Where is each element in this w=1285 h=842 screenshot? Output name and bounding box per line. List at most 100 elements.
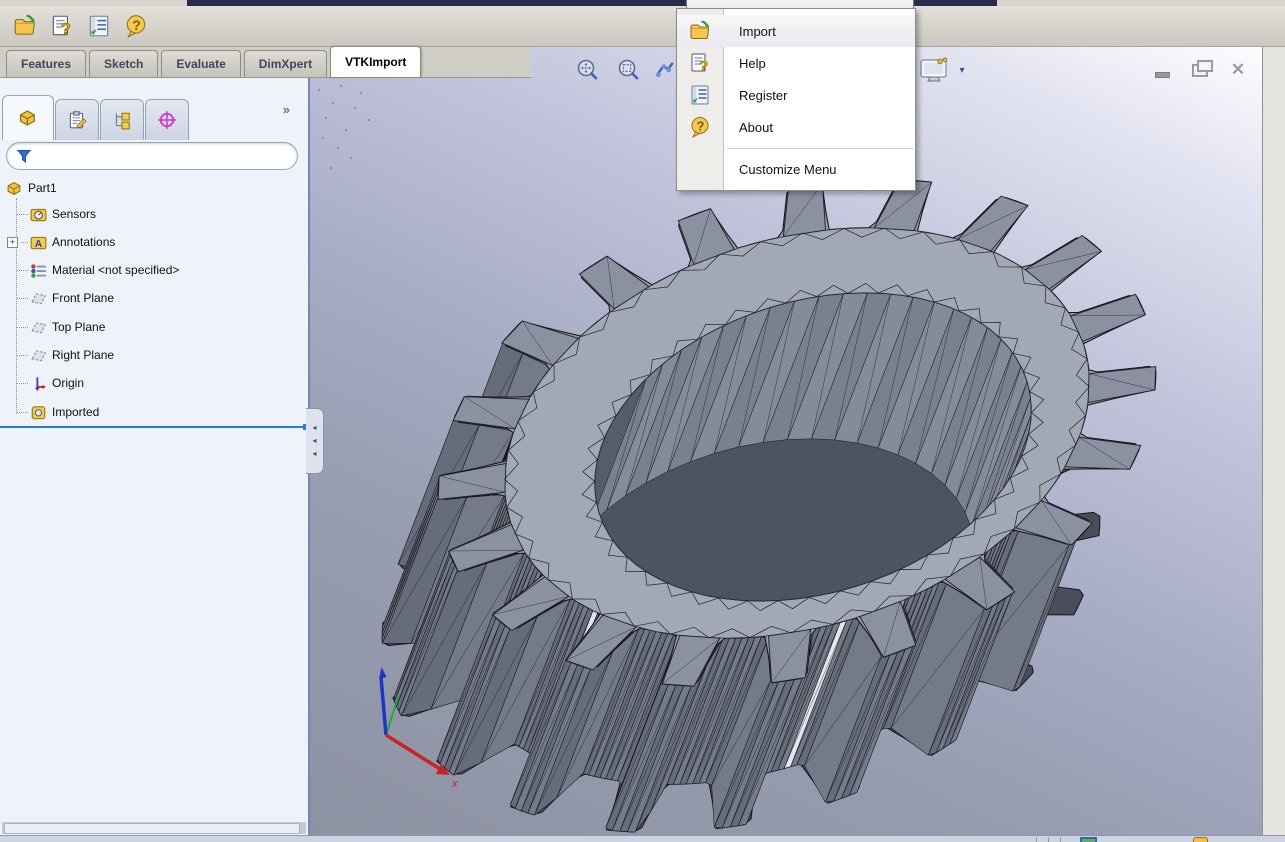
configurationmanager-icon — [115, 112, 130, 130]
status-display-icon[interactable] — [1080, 837, 1097, 842]
menu-separator — [727, 148, 913, 149]
plane-icon — [30, 347, 47, 364]
tree-filter-box[interactable] — [6, 142, 298, 170]
menu-item-label: Import — [739, 23, 776, 39]
menu-item-label: About — [739, 119, 773, 135]
propertymanager-icon — [69, 111, 87, 129]
menu-item-label: Help — [739, 55, 766, 71]
svg-text:?: ? — [699, 58, 708, 75]
tree-item-origin[interactable]: Origin — [30, 371, 84, 395]
rollback-bar[interactable] — [0, 424, 308, 430]
material-icon — [30, 262, 47, 279]
status-bar — [0, 835, 1285, 842]
status-tick — [1060, 838, 1061, 842]
collapse-arrow-icon: ◂ — [312, 436, 317, 445]
about-icon: ? — [677, 115, 723, 139]
annotations-icon: A — [30, 234, 47, 251]
sensors-icon — [30, 206, 47, 223]
panel-collapse-splitter[interactable]: ◂ ◂ ◂ — [306, 408, 324, 474]
status-tag-icon[interactable] — [1193, 837, 1208, 842]
tab-featuremanager[interactable] — [2, 95, 54, 140]
view-orientation-button[interactable] — [652, 53, 676, 87]
tree-item-label: Top Plane — [52, 320, 106, 334]
tree-item-front-plane[interactable]: Front Plane — [30, 286, 114, 310]
part-icon — [6, 180, 23, 197]
help-button[interactable]: ? — [47, 11, 77, 41]
tree-item-part[interactable]: Part1 — [6, 176, 57, 200]
tab-configurationmanager[interactable] — [100, 99, 144, 140]
tree-item-label: Part1 — [28, 181, 57, 195]
scrollbar-thumb[interactable] — [4, 823, 300, 834]
menu-item-about[interactable]: ? About — [677, 111, 915, 143]
command-manager-tabs: Features Sketch Evaluate DimXpert VTKImp… — [0, 46, 531, 78]
expand-toggle[interactable]: + — [7, 237, 18, 248]
zoom-to-area-button[interactable] — [613, 55, 645, 87]
tab-dimxpert[interactable]: DimXpert — [243, 50, 328, 77]
minimize-icon — [1154, 72, 1170, 78]
tree-item-label: Material <not specified> — [52, 263, 180, 277]
display-settings-button[interactable] — [916, 54, 954, 86]
svg-text:?: ? — [697, 119, 705, 134]
import-button[interactable] — [10, 11, 40, 41]
close-button[interactable]: ✕ — [1224, 58, 1252, 82]
tree-item-imported[interactable]: Imported — [30, 400, 99, 424]
svg-text:A: A — [35, 239, 43, 250]
about-button[interactable]: ? — [121, 11, 151, 41]
tree-item-top-plane[interactable]: Top Plane — [30, 315, 105, 339]
zoom-to-fit-icon — [577, 59, 598, 80]
svg-text:?: ? — [132, 17, 141, 33]
minimize-button[interactable] — [1148, 58, 1176, 82]
tree-item-label: Annotations — [52, 235, 116, 249]
tree-filter-input[interactable] — [37, 148, 297, 164]
filter-icon — [17, 150, 31, 163]
collapse-arrow-icon: ◂ — [312, 449, 317, 458]
manager-overflow-chevron[interactable]: » — [283, 102, 290, 117]
featuremanager-icon — [19, 110, 35, 126]
plane-icon — [30, 290, 47, 307]
collapse-arrow-icon: ◂ — [312, 423, 317, 432]
help-icon: ? — [52, 15, 71, 39]
close-icon: ✕ — [1230, 60, 1246, 79]
tab-vtkimport[interactable]: VTKImport — [330, 46, 422, 77]
app-window: x ▾ ✕ ? ? Features Sketch Evaluate DimXp… — [0, 0, 1285, 842]
tree-item-label: Imported — [52, 405, 100, 419]
tree-item-label: Origin — [52, 376, 85, 390]
display-dropdown-caret[interactable]: ▾ — [955, 63, 969, 79]
view-orientation-icon — [655, 62, 674, 78]
menu-item-register[interactable]: Register — [677, 79, 915, 111]
imported-icon — [30, 404, 47, 421]
menu-item-import[interactable]: Import — [677, 15, 915, 47]
manager-tab-strip — [2, 94, 190, 140]
zoom-to-fit-button[interactable] — [572, 55, 604, 87]
tree-item-material[interactable]: Material <not specified> — [30, 258, 179, 282]
tab-dimxpertmanager[interactable] — [145, 99, 189, 140]
tree-item-right-plane[interactable]: Right Plane — [30, 343, 114, 367]
tab-features[interactable]: Features — [6, 50, 87, 77]
task-pane-strip[interactable] — [1262, 47, 1285, 835]
menu-anchor-stub — [686, 0, 914, 8]
restore-button[interactable] — [1186, 58, 1214, 82]
chevron-down-icon: ▾ — [959, 65, 965, 76]
tab-evaluate[interactable]: Evaluate — [161, 50, 241, 77]
about-icon: ? — [126, 15, 146, 39]
register-icon — [677, 83, 723, 107]
menu-item-label: Register — [739, 87, 788, 103]
help-icon: ? — [677, 51, 723, 75]
menu-item-help[interactable]: ? Help — [677, 47, 915, 79]
tree-item-label: Front Plane — [52, 291, 115, 305]
tree-item-label: Sensors — [52, 207, 97, 221]
tree-item-label: Right Plane — [52, 348, 115, 362]
dropdown-menu: Import ? Help Register ? About Customize… — [676, 8, 916, 191]
status-tick — [1036, 838, 1037, 842]
tab-sketch[interactable]: Sketch — [89, 50, 159, 77]
tree-item-annotations[interactable]: A Annotations — [30, 230, 115, 254]
main-toolbar: ? ? — [0, 6, 1285, 47]
dimxpertmanager-icon — [158, 111, 176, 129]
panel-horizontal-scrollbar[interactable] — [2, 822, 306, 834]
feature-manager-panel: » Part1 Sensors + A Annotations Material… — [0, 78, 310, 835]
svg-text:?: ? — [61, 21, 71, 39]
import-icon — [14, 14, 36, 35]
tab-propertymanager[interactable] — [55, 99, 99, 140]
register-button[interactable] — [84, 11, 114, 41]
tree-item-sensors[interactable]: Sensors — [30, 202, 96, 226]
